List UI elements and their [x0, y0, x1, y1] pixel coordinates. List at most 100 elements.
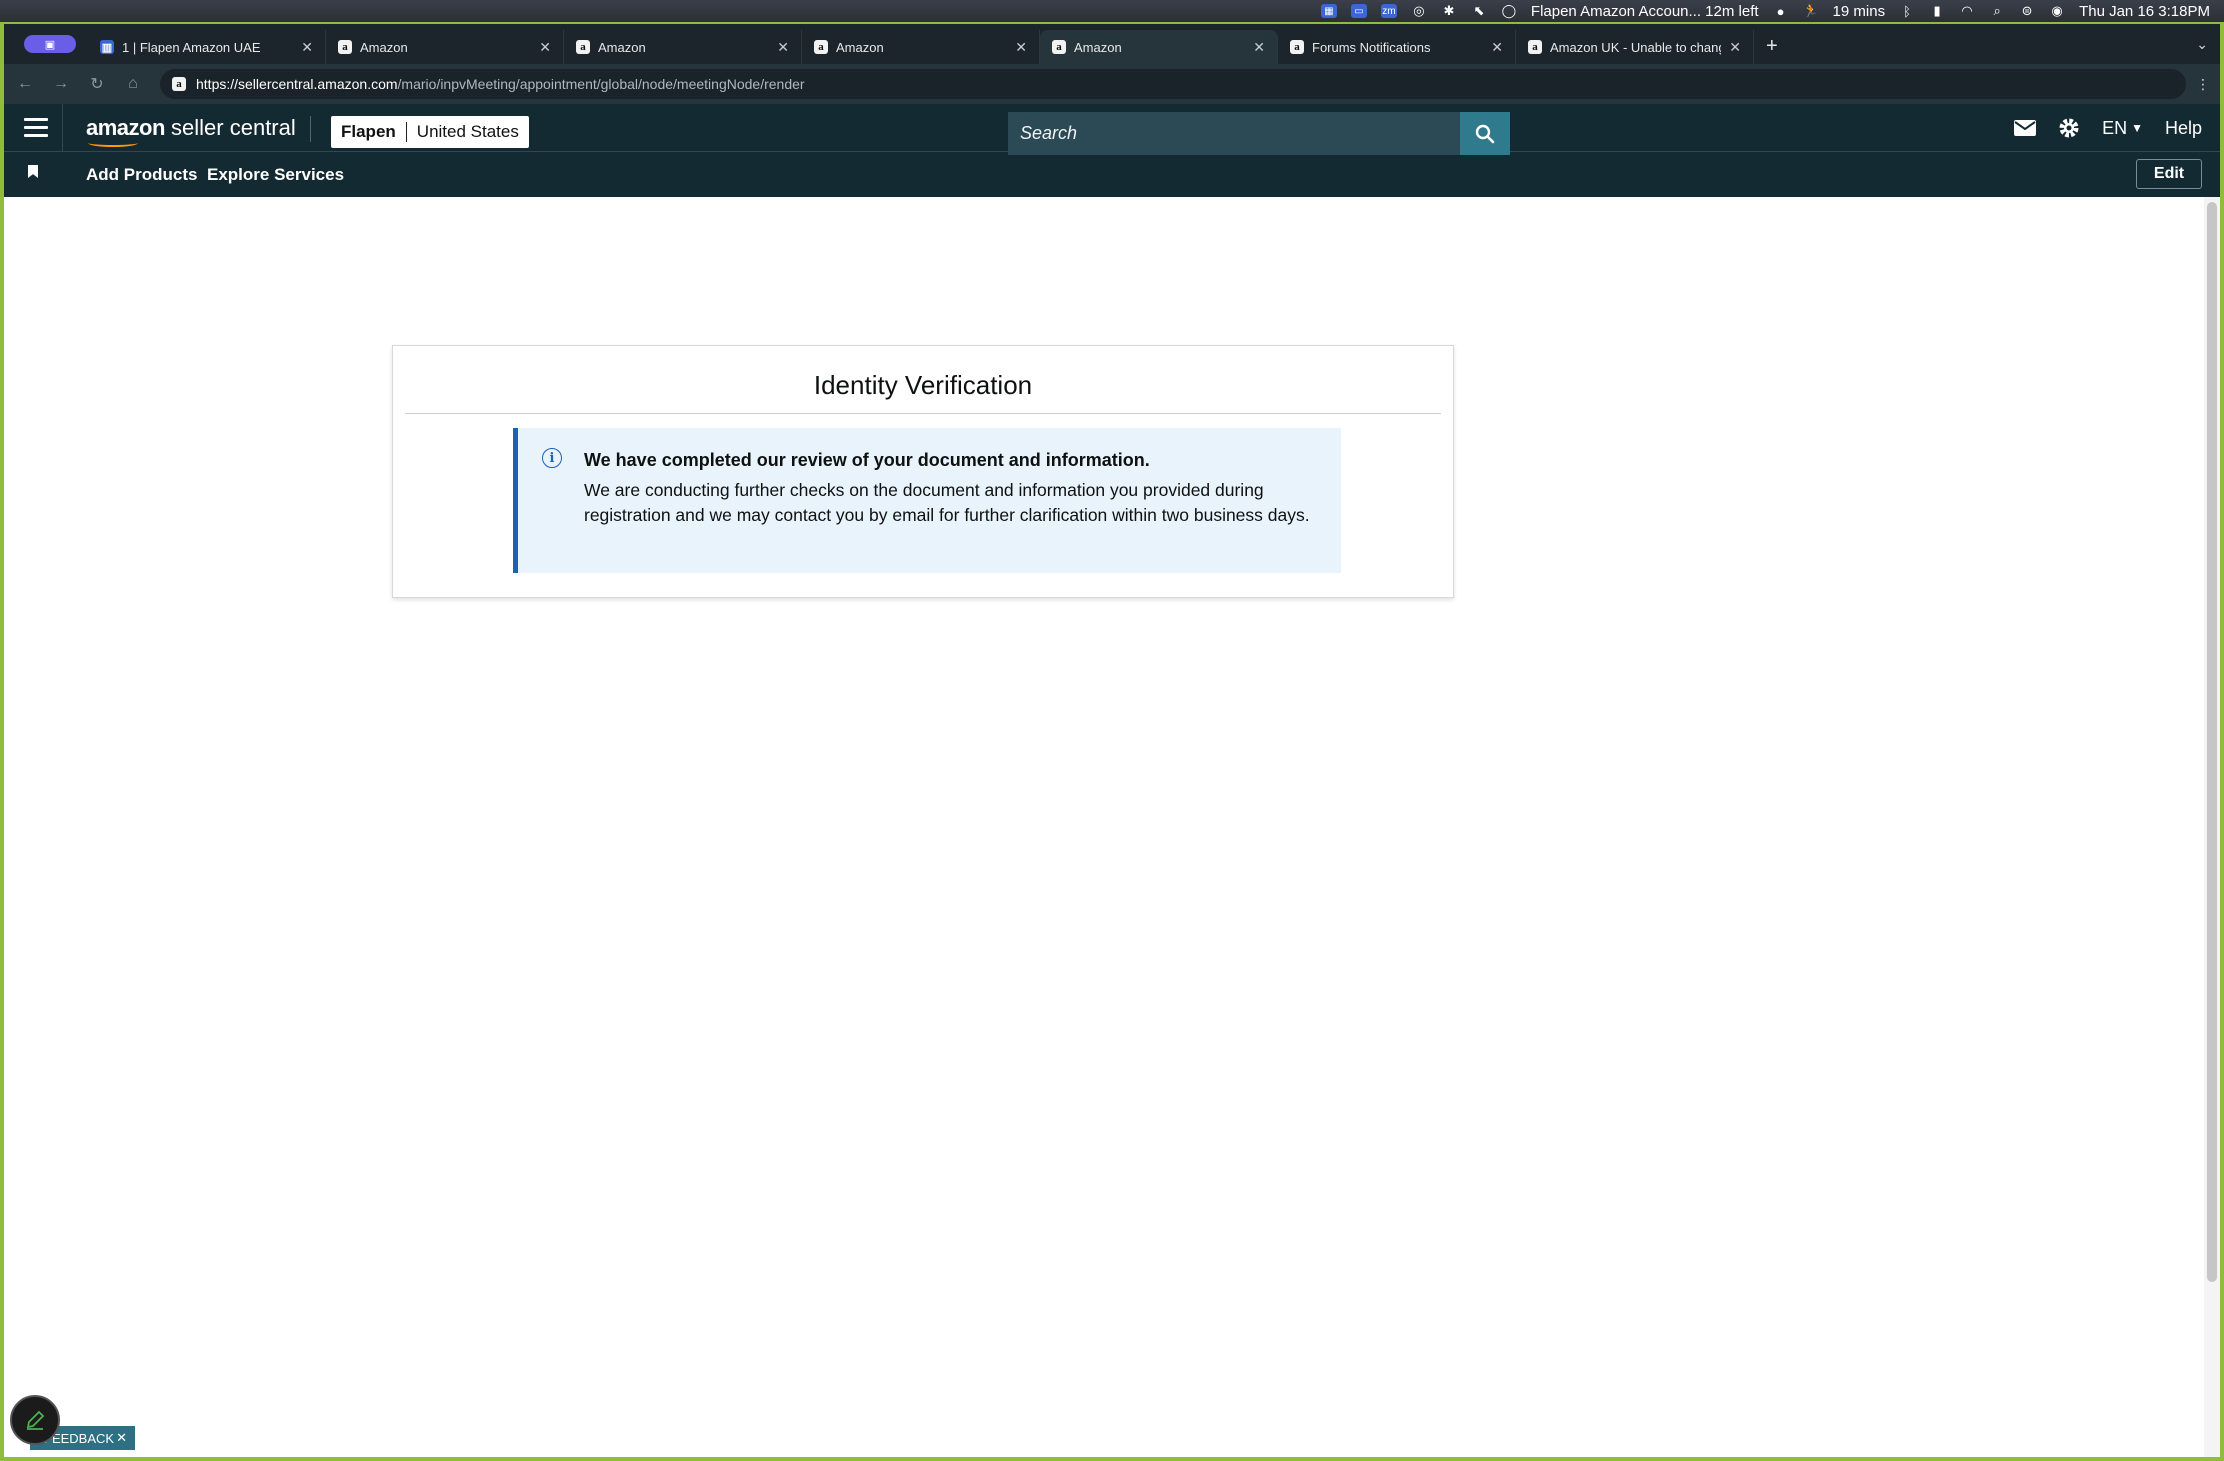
amazon-favicon-icon: a — [576, 40, 590, 54]
capsule-icon[interactable]: ◯ — [1501, 3, 1517, 18]
slack-icon[interactable]: ✱ — [1441, 3, 1457, 18]
back-arrow-icon[interactable]: ← — [16, 75, 34, 93]
alert-body: We are conducting further checks on the … — [584, 480, 1310, 525]
siri-icon[interactable]: ◉ — [2049, 3, 2065, 18]
url-host: https://sellercentral.amazon.com — [196, 76, 398, 92]
home-icon[interactable]: ⌂ — [124, 75, 142, 93]
close-icon[interactable]: ✕ — [1491, 39, 1503, 56]
hamburger-menu-icon[interactable] — [24, 118, 48, 138]
shortcut-bar: Add Products Explore Services Edit — [4, 153, 2220, 197]
seller-central-header: amazon seller central Flapen United Stat… — [4, 104, 2220, 197]
gear-icon[interactable] — [2058, 117, 2080, 139]
edit-button[interactable]: Edit — [2136, 159, 2202, 189]
tab-label: 1 | Flapen Amazon UAE — [122, 39, 261, 55]
divider — [62, 104, 63, 152]
header-search — [1008, 112, 1510, 155]
page-content: Identity Verification i We have complete… — [4, 197, 2204, 1457]
tab-flapen-uae[interactable]: ▥ 1 | Flapen Amazon UAE ✕ — [88, 30, 326, 64]
address-bar: ← → ↻ ⌂ a https://sellercentral.amazon.c… — [4, 64, 2220, 104]
forward-arrow-icon[interactable]: → — [52, 75, 70, 93]
tab-strip: ▣ ▥ 1 | Flapen Amazon UAE ✕ a Amazon ✕ a… — [4, 24, 2220, 64]
close-icon[interactable]: ✕ — [1253, 39, 1265, 56]
tab-label: Amazon — [360, 39, 408, 55]
account-name: Flapen — [331, 122, 407, 142]
close-icon[interactable]: ✕ — [777, 39, 789, 56]
close-icon[interactable]: ✕ — [539, 39, 551, 56]
control-center-icon[interactable]: ⊜ — [2019, 3, 2035, 18]
page-title: Identity Verification — [813, 370, 1033, 400]
tab-search-chevron-icon[interactable]: ⌄ — [2196, 36, 2208, 53]
url-path: /mario/inpvMeeting/appointment/global/no… — [397, 76, 805, 92]
browser-window: ▣ ▥ 1 | Flapen Amazon UAE ✕ a Amazon ✕ a… — [4, 24, 2220, 1457]
url-field[interactable]: a https://sellercentral.amazon.com/mario… — [160, 69, 2186, 99]
search-input[interactable] — [1008, 112, 1460, 155]
amazon-seller-central-logo[interactable]: amazon seller central — [86, 115, 296, 147]
tab-amazon-3[interactable]: a Amazon ✕ — [802, 30, 1040, 64]
screen-share-icon[interactable]: ▭ — [1350, 4, 1367, 18]
zoom-icon[interactable]: zm — [1380, 4, 1397, 18]
profile-icon[interactable]: ▣ — [24, 35, 76, 53]
feedback-pencil-button[interactable] — [10, 1395, 60, 1445]
new-tab-button[interactable]: + — [1754, 35, 1790, 64]
bluetooth-icon[interactable]: ᛒ — [1899, 4, 1915, 19]
header-actions: EN ▼ Help — [2014, 117, 2202, 139]
caret-down-icon: ▼ — [2131, 121, 2143, 135]
close-icon[interactable]: ✕ — [1015, 39, 1027, 56]
password-manager-icon[interactable]: ◎ — [1411, 3, 1427, 18]
battery-icon[interactable]: ▮ — [1929, 3, 1945, 18]
divider — [310, 116, 311, 142]
nav-add-products[interactable]: Add Products — [86, 165, 197, 185]
reload-icon[interactable]: ↻ — [88, 74, 106, 94]
tab-forums-notifications[interactable]: a Forums Notifications ✕ — [1278, 30, 1516, 64]
header-top-bar: amazon seller central Flapen United Stat… — [4, 104, 2220, 155]
mins-readout[interactable]: 19 mins — [1833, 3, 1886, 20]
tab-amazon-2[interactable]: a Amazon ✕ — [564, 30, 802, 64]
info-alert: i We have completed our review of your d… — [513, 428, 1341, 573]
logo-suffix: seller central — [164, 115, 296, 140]
amazon-favicon-icon: a — [1052, 40, 1066, 54]
more-menu-icon[interactable]: ⋮ — [2196, 76, 2210, 93]
arrow-tool-icon[interactable]: ⬉ — [1471, 3, 1487, 18]
account-switcher[interactable]: Flapen United States — [331, 116, 529, 148]
nav-explore-services[interactable]: Explore Services — [207, 165, 344, 185]
running-icon: 🏃 — [1802, 3, 1819, 18]
tab-amazon-uk[interactable]: a Amazon UK - Unable to chang ✕ — [1516, 30, 1754, 64]
tab-amazon-active[interactable]: a Amazon ✕ — [1040, 30, 1278, 64]
wifi-icon[interactable]: ◠ — [1959, 3, 1975, 18]
identity-verification-card: Identity Verification i We have complete… — [392, 345, 1454, 598]
calendar-timer[interactable]: Flapen Amazon Accoun... 12m left — [1531, 3, 1759, 20]
amazon-smile-icon — [88, 139, 138, 147]
chart-app-icon[interactable]: ▦ — [1320, 4, 1337, 18]
close-icon[interactable]: ✕ — [116, 1430, 127, 1446]
site-info-icon[interactable]: a — [172, 77, 186, 91]
info-icon: i — [542, 448, 562, 468]
tab-label: Amazon — [836, 39, 884, 55]
system-menubar: ▦ ▭ zm ◎ ✱ ⬉ ◯ Flapen Amazon Accoun... 1… — [0, 0, 2224, 22]
amazon-favicon-icon: a — [1290, 40, 1304, 54]
divider — [405, 413, 1441, 414]
help-link[interactable]: Help — [2165, 118, 2202, 139]
tab-label: Amazon — [1074, 39, 1122, 55]
bookmark-icon[interactable] — [28, 165, 38, 178]
tab-label: Forums Notifications — [1312, 39, 1431, 55]
search-icon — [1475, 124, 1495, 143]
language-label: EN — [2102, 117, 2128, 138]
tab-amazon-1[interactable]: a Amazon ✕ — [326, 30, 564, 64]
circle-app-icon[interactable]: ● — [1773, 4, 1789, 19]
account-region: United States — [416, 122, 519, 141]
scrollbar-thumb[interactable] — [2207, 202, 2217, 1282]
spotlight-search-icon[interactable]: ⌕ — [1989, 3, 2005, 18]
alert-heading: We have completed our review of your doc… — [584, 450, 1150, 470]
close-icon[interactable]: ✕ — [301, 39, 313, 56]
amazon-favicon-icon: a — [338, 40, 352, 54]
tab-label: Amazon — [598, 39, 646, 55]
language-selector[interactable]: EN ▼ — [2102, 118, 2143, 139]
search-button[interactable] — [1460, 112, 1510, 155]
amazon-favicon-icon: a — [814, 40, 828, 54]
tab-label: Amazon UK - Unable to chang — [1550, 39, 1722, 55]
close-icon[interactable]: ✕ — [1729, 39, 1741, 56]
amazon-favicon-icon: a — [1528, 40, 1542, 54]
clock[interactable]: Thu Jan 16 3:18PM — [2079, 3, 2210, 20]
mail-icon[interactable] — [2014, 120, 2037, 136]
pencil-icon — [26, 1410, 45, 1430]
